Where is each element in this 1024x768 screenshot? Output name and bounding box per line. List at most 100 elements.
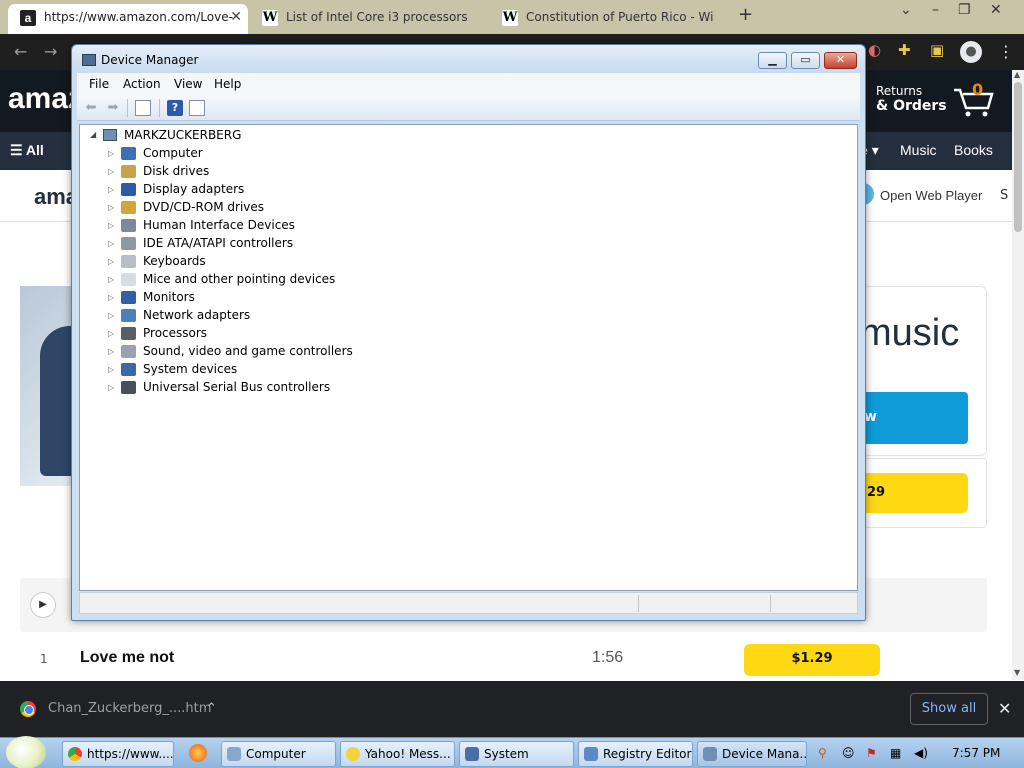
tab-amazon[interactable]: a https://www.amazon.com/Love- ✕	[8, 4, 248, 34]
close-tab-icon[interactable]: ✕	[230, 4, 242, 30]
expand-triangle-icon[interactable]: ▷	[108, 293, 114, 302]
network-adapter-icon	[121, 309, 136, 322]
puzzle-extension-icon[interactable]: ✚	[898, 41, 918, 61]
network-icon[interactable]: ▦	[890, 746, 901, 760]
expand-triangle-icon[interactable]: ▷	[108, 275, 114, 284]
expand-triangle-icon[interactable]: ▷	[108, 203, 114, 212]
cart-button[interactable]: 0	[952, 80, 996, 118]
expand-triangle-icon[interactable]: ▷	[108, 221, 114, 230]
expand-triangle-icon[interactable]: ▷	[108, 383, 114, 392]
taskbar-button-computer[interactable]: Computer	[221, 741, 336, 767]
chevron-down-icon[interactable]: ⌄	[900, 2, 912, 18]
window-title-bar[interactable]: Device Manager ▁ ▭ ✕	[72, 45, 865, 73]
expand-triangle-icon[interactable]: ▷	[108, 347, 114, 356]
scrollbar-thumb[interactable]	[1014, 82, 1022, 232]
close-icon[interactable]: ✕	[990, 2, 1002, 18]
menu-action[interactable]: Action	[123, 77, 161, 91]
volume-icon[interactable]: ◀)	[914, 746, 928, 760]
track-number: 1	[40, 652, 48, 666]
nav-item-books[interactable]: Books	[954, 142, 993, 158]
tree-node-label: Computer	[143, 146, 203, 160]
expand-triangle-icon[interactable]: ▷	[108, 311, 114, 320]
processor-icon	[121, 327, 136, 340]
messenger-tray-icon[interactable]: ☺	[842, 746, 855, 760]
taskbar-button-device-manager[interactable]: Device Mana...	[697, 741, 807, 767]
menu-file[interactable]: File	[89, 77, 109, 91]
browser-tab-strip: a https://www.amazon.com/Love- ✕ W List …	[0, 0, 1024, 34]
tree-node-label: Sound, video and game controllers	[143, 344, 353, 358]
menu-help[interactable]: Help	[214, 77, 241, 91]
expand-triangle-icon[interactable]: ▷	[108, 185, 114, 194]
returns-and-orders-link[interactable]: Returns & Orders	[876, 84, 947, 114]
expand-triangle-icon[interactable]: ▷	[108, 149, 114, 158]
tree-node-label: Universal Serial Bus controllers	[143, 380, 331, 394]
chevron-up-icon[interactable]: ⌃	[206, 701, 217, 716]
taskbar-button-chrome[interactable]: https://www....	[62, 741, 174, 767]
search-icon[interactable]: ⚲	[818, 746, 827, 760]
table-row[interactable]: 1 Love me not 1:56 $1.29	[20, 640, 987, 680]
properties-icon[interactable]	[189, 100, 205, 116]
subbar-truncated-item[interactable]: S	[1000, 188, 1008, 203]
close-button[interactable]: ✕	[824, 52, 857, 69]
restore-icon[interactable]: ❐	[958, 2, 971, 18]
taskbar-button-yahoo-messenger[interactable]: Yahoo! Mess...	[340, 741, 455, 767]
computer-icon	[227, 747, 241, 761]
minimize-icon[interactable]: –	[932, 2, 939, 18]
taskbar-clock[interactable]: 7:57 PM	[952, 746, 1000, 760]
sidebar-icon[interactable]: ▣	[930, 41, 950, 61]
track-title[interactable]: Love me not	[80, 649, 174, 667]
profile-avatar-icon[interactable]: ●	[960, 41, 982, 63]
expand-triangle-icon[interactable]: ▷	[108, 239, 114, 248]
page-scrollbar[interactable]: ▲ ▼	[1012, 70, 1024, 680]
show-hide-console-tree-icon[interactable]	[135, 100, 151, 116]
tree-node-label: Human Interface Devices	[143, 218, 295, 232]
expand-triangle-icon[interactable]: ▷	[108, 257, 114, 266]
flag-extension-icon[interactable]: ◐	[868, 41, 888, 61]
open-web-player-link[interactable]: Open Web Player	[880, 188, 982, 203]
taskbar-button-system[interactable]: System	[459, 741, 574, 767]
expand-triangle-icon[interactable]: ▷	[108, 329, 114, 338]
help-icon[interactable]: ?	[167, 100, 183, 116]
minimize-button[interactable]: ▁	[758, 52, 787, 69]
tab-intel-core-i3[interactable]: W List of Intel Core i3 processors	[250, 4, 488, 34]
maximize-button[interactable]: ▭	[791, 52, 820, 69]
firefox-icon[interactable]	[189, 744, 207, 762]
play-all-button[interactable]: ▶	[30, 592, 56, 618]
forward-arrow-icon[interactable]: →	[44, 42, 57, 61]
menu-view[interactable]: View	[174, 77, 202, 91]
all-menu-button[interactable]: ☰ All	[10, 142, 44, 159]
taskbar-button-registry-editor[interactable]: Registry Editor	[578, 741, 693, 767]
hid-icon	[121, 219, 136, 232]
new-tab-button[interactable]: +	[738, 4, 753, 25]
device-manager-icon	[703, 747, 717, 761]
window-title: Device Manager	[101, 53, 199, 67]
download-file-name[interactable]: Chan_Zuckerberg_....htm	[48, 701, 211, 716]
start-button[interactable]	[6, 736, 46, 768]
yahoo-messenger-icon	[346, 747, 360, 761]
tree-node-label: Monitors	[143, 290, 195, 304]
taskbar-button-label: https://www....	[87, 747, 174, 761]
device-tree: ◢ MARKZUCKERBERG ▷ Computer ▷ Disk drives ▷ D…	[79, 124, 858, 591]
hamburger-icon: ☰	[10, 142, 26, 158]
expand-triangle-icon[interactable]: ▷	[108, 365, 114, 374]
action-center-icon[interactable]: ⚑	[866, 746, 877, 760]
expand-triangle-icon[interactable]: ▷	[108, 167, 114, 176]
chrome-file-icon	[20, 701, 36, 717]
scroll-up-icon[interactable]: ▲	[1014, 70, 1020, 79]
caret-down-icon: ▾	[871, 142, 879, 158]
nav-item-music[interactable]: Music	[900, 142, 937, 158]
show-all-button[interactable]: Show all	[910, 693, 988, 725]
kebab-menu-icon[interactable]: ⋮	[998, 42, 1014, 61]
forward-arrow-icon[interactable]: ➡	[105, 100, 121, 116]
back-arrow-icon[interactable]: ←	[14, 42, 27, 61]
tab-constitution-puerto-rico[interactable]: W Constitution of Puerto Rico - Wi	[490, 4, 730, 34]
computer-icon	[103, 129, 117, 141]
collapse-triangle-icon[interactable]: ◢	[90, 130, 96, 139]
buy-track-button[interactable]: $1.29	[744, 644, 880, 676]
scroll-down-icon[interactable]: ▼	[1014, 668, 1020, 677]
taskbar-button-label: Computer	[246, 747, 306, 761]
tree-node-label: Keyboards	[143, 254, 206, 268]
close-icon[interactable]: ✕	[998, 699, 1011, 718]
back-arrow-icon[interactable]: ⬅	[83, 100, 99, 116]
wikipedia-favicon-icon: W	[262, 10, 278, 26]
